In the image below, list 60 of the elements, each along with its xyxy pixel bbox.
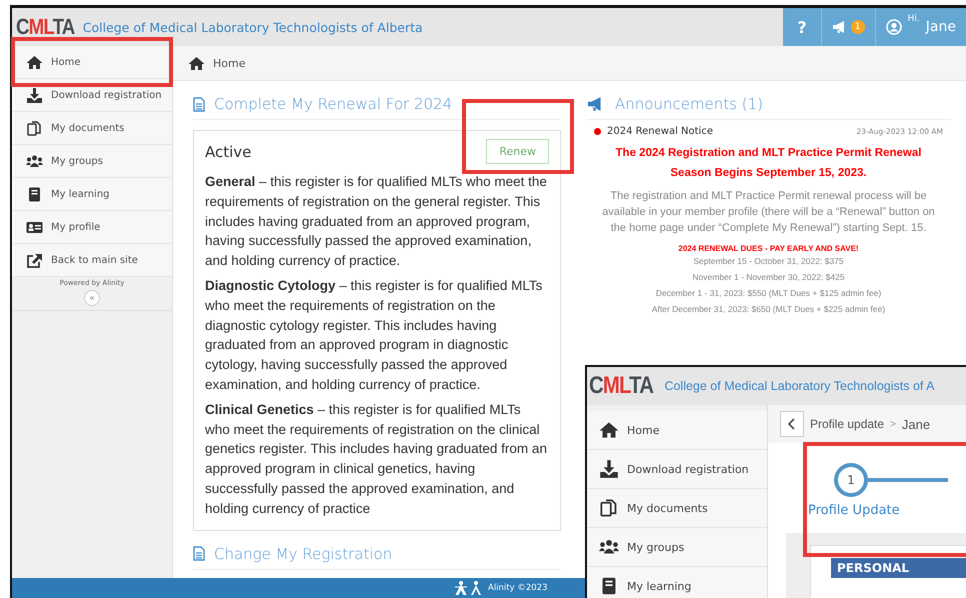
download-icon [26,88,43,102]
collapse-button[interactable]: « [84,290,100,306]
sidebar-item[interactable]: My profile [12,211,172,244]
sidebar-item[interactable]: My learning [587,567,767,598]
sidebar-item[interactable]: My groups [12,145,172,178]
section-title: Change My Registration [214,544,392,563]
greeting: Hi. [908,14,920,24]
section-title: Announcements (1) [615,95,764,113]
back-button[interactable] [780,411,804,437]
home-icon [188,56,205,70]
dues-line: December 1 - 31, 2023: $550 (MLT Dues + $125 admin fee) [654,287,882,300]
dues-heading: 2024 RENEWAL DUES - PAY EARLY AND SAVE! [677,244,860,253]
announcement-headline: The 2024 Registration and MLT Practice Permit Renewal Season Begins September 15, 2023. [614,146,922,181]
announcement-title[interactable]: 2024 Renewal Notice [607,126,713,137]
user-icon [886,19,902,35]
sidebar-item[interactable]: My groups [587,528,767,567]
sidebar-item[interactable]: My documents [12,112,172,145]
sidebar-item[interactable]: Home [587,411,767,450]
documents-icon [26,120,43,136]
section-title: Complete My Renewal For 2024 [214,95,452,113]
book-icon [26,186,43,202]
breadcrumb[interactable]: Profile update [810,417,884,431]
register-description: Diagnostic Cytology – this register is for qualified MLTs who meet the requirements of registration on the diagnostic cytology register. This includes having graduated from an approved program in diagnostic cytology, having successfully passed the approved examination, and holding currency of practice. [205,276,544,394]
document-icon [193,96,205,112]
footer-copyright: Alinity ©2023 [488,583,548,593]
dues-line: After December 31, 2023: $650 (MLT Dues + $225 admin fee) [650,303,886,316]
sidebar-item[interactable]: My documents [587,489,767,528]
sidebar-item[interactable]: Home [12,46,172,79]
user-name: Jane [926,19,956,35]
id-card-icon [26,220,43,234]
breadcrumb-separator: > [890,418,896,430]
notification-badge: 1 [850,20,865,34]
document-icon [193,546,205,562]
figures-icon [454,581,484,595]
chevron-left-icon [788,418,796,430]
breadcrumb[interactable]: Home [213,56,246,70]
register-description: General – this register is for qualified MLTs who meet the requirements of registration on the general register. This includes having graduated from an approved program, having successfully passed the approved examination, and holding currency of practice. [205,173,548,270]
announcement-body: The registration and MLT Practice Permit renewal process will be available in your member profile (there will be a “Renewal” button on the home page under “Complete My Renewal”) starting Sept. 15. [601,189,936,236]
documents-icon [599,499,619,517]
group-icon [599,538,619,556]
download-icon [599,460,619,478]
dues-line: September 15 - October 31, 2022: $375 [692,255,845,268]
dues-line: November 1 - November 30, 2022: $425 [691,271,846,284]
sidebar-item[interactable]: Download registration [587,450,767,489]
logo: CMLTA [589,372,654,400]
site-title: College of Medical Laboratory Technologists of Alberta [82,20,423,34]
logo: CMLTA [16,14,74,40]
breadcrumb: Jane [902,416,930,432]
step-label[interactable]: Profile Update [808,503,900,518]
home-icon [26,54,43,70]
step-circle: 1 [834,463,868,497]
sidebar-item[interactable]: Back to main site [12,244,172,277]
home-icon [599,421,619,439]
register-description: Clinical Genetics – this register is for qualified MLTs who meet the requirements of registration on the clinical genetics register. This includes having graduated from an approved program in clinical genetics, having successfully passed the approved examination, and holding currency of practice [205,400,548,518]
site-title: College of Medical Laboratory Technologists of A [664,379,935,393]
group-icon [26,154,43,168]
external-link-icon [26,252,43,268]
status-label: Active [205,142,252,160]
sidebar-item[interactable]: My learning [12,178,172,211]
section-header: PERSONAL [831,558,966,578]
